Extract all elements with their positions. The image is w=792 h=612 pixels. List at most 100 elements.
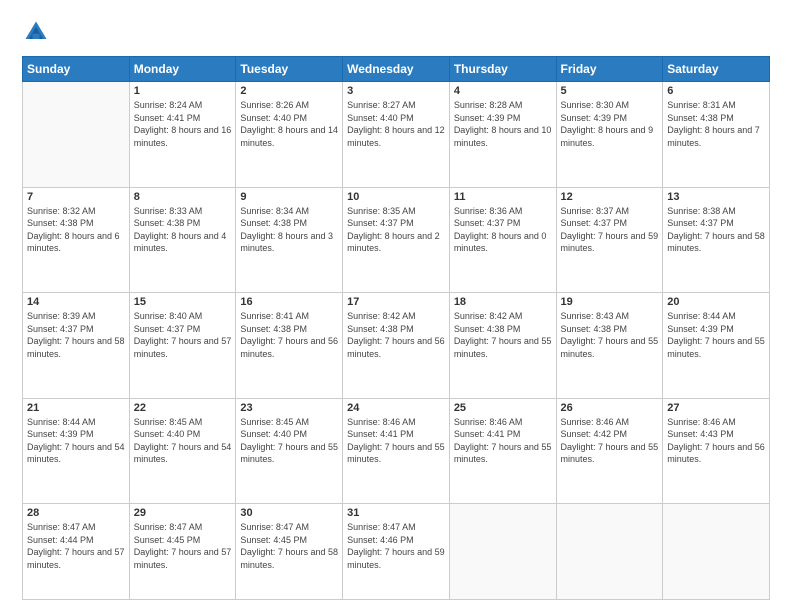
- weekday-header-wednesday: Wednesday: [343, 57, 450, 82]
- logo-icon: [22, 18, 50, 46]
- day-info: Sunrise: 8:44 AMSunset: 4:39 PMDaylight:…: [667, 310, 765, 360]
- day-info: Sunrise: 8:42 AMSunset: 4:38 PMDaylight:…: [347, 310, 445, 360]
- day-number: 15: [134, 296, 232, 308]
- day-info: Sunrise: 8:32 AMSunset: 4:38 PMDaylight:…: [27, 205, 125, 255]
- day-number: 23: [240, 402, 338, 414]
- day-info: Sunrise: 8:37 AMSunset: 4:37 PMDaylight:…: [561, 205, 659, 255]
- calendar-cell: 15 Sunrise: 8:40 AMSunset: 4:37 PMDayligh…: [129, 293, 236, 399]
- weekday-header-thursday: Thursday: [449, 57, 556, 82]
- calendar-cell: 8 Sunrise: 8:33 AMSunset: 4:38 PMDaylight…: [129, 187, 236, 293]
- day-info: Sunrise: 8:42 AMSunset: 4:38 PMDaylight:…: [454, 310, 552, 360]
- calendar-cell: 19Sunrise: 8:43 AMSunset: 4:38 PMDayligh…: [556, 293, 663, 399]
- calendar-cell: 12 Sunrise: 8:37 AMSunset: 4:37 PMDayligh…: [556, 187, 663, 293]
- day-number: 26: [561, 402, 659, 414]
- calendar-cell: 20 Sunrise: 8:44 AMSunset: 4:39 PMDayligh…: [663, 293, 770, 399]
- calendar-cell: 16 Sunrise: 8:41 AMSunset: 4:38 PMDayligh…: [236, 293, 343, 399]
- day-info: Sunrise: 8:44 AMSunset: 4:39 PMDaylight:…: [27, 416, 125, 466]
- weekday-header-saturday: Saturday: [663, 57, 770, 82]
- calendar-table: SundayMondayTuesdayWednesdayThursdayFrid…: [22, 56, 770, 600]
- weekday-header-row: SundayMondayTuesdayWednesdayThursdayFrid…: [23, 57, 770, 82]
- calendar-header: SundayMondayTuesdayWednesdayThursdayFrid…: [23, 57, 770, 82]
- day-number: 25: [454, 402, 552, 414]
- day-info: Sunrise: 8:31 AMSunset: 4:38 PMDaylight:…: [667, 99, 765, 149]
- calendar-cell: 2Sunrise: 8:26 AMSunset: 4:40 PMDaylight…: [236, 82, 343, 188]
- day-number: 20: [667, 296, 765, 308]
- day-number: 6: [667, 85, 765, 97]
- day-info: Sunrise: 8:47 AMSunset: 4:46 PMDaylight:…: [347, 521, 445, 571]
- calendar-cell: 6 Sunrise: 8:31 AMSunset: 4:38 PMDaylight…: [663, 82, 770, 188]
- day-number: 28: [27, 507, 125, 519]
- day-number: 5: [561, 85, 659, 97]
- calendar-cell: 5 Sunrise: 8:30 AMSunset: 4:39 PMDaylight…: [556, 82, 663, 188]
- calendar-cell: 28 Sunrise: 8:47 AMSunset: 4:44 PMDayligh…: [23, 504, 130, 600]
- calendar-week-row: 14 Sunrise: 8:39 AMSunset: 4:37 PMDayligh…: [23, 293, 770, 399]
- day-number: 14: [27, 296, 125, 308]
- day-number: 8: [134, 191, 232, 203]
- day-number: 17: [347, 296, 445, 308]
- day-info: Sunrise: 8:33 AMSunset: 4:38 PMDaylight:…: [134, 205, 232, 255]
- calendar-cell: [449, 504, 556, 600]
- day-info: Sunrise: 8:39 AMSunset: 4:37 PMDaylight:…: [27, 310, 125, 360]
- day-info: Sunrise: 8:47 AMSunset: 4:44 PMDaylight:…: [27, 521, 125, 571]
- day-info: Sunrise: 8:46 AMSunset: 4:43 PMDaylight:…: [667, 416, 765, 466]
- day-info: Sunrise: 8:40 AMSunset: 4:37 PMDaylight:…: [134, 310, 232, 360]
- day-number: 10: [347, 191, 445, 203]
- day-number: 30: [240, 507, 338, 519]
- day-number: 31: [347, 507, 445, 519]
- day-number: 3: [347, 85, 445, 97]
- day-info: Sunrise: 8:30 AMSunset: 4:39 PMDaylight:…: [561, 99, 659, 149]
- calendar-cell: 29 Sunrise: 8:47 AMSunset: 4:45 PMDayligh…: [129, 504, 236, 600]
- calendar-cell: 25 Sunrise: 8:46 AMSunset: 4:41 PMDayligh…: [449, 398, 556, 504]
- day-info: Sunrise: 8:24 AMSunset: 4:41 PMDaylight:…: [134, 99, 232, 149]
- calendar-cell: 10 Sunrise: 8:35 AMSunset: 4:37 PMDayligh…: [343, 187, 450, 293]
- day-info: Sunrise: 8:46 AMSunset: 4:42 PMDaylight:…: [561, 416, 659, 466]
- day-info: Sunrise: 8:28 AMSunset: 4:39 PMDaylight:…: [454, 99, 552, 149]
- calendar-cell: 24 Sunrise: 8:46 AMSunset: 4:41 PMDayligh…: [343, 398, 450, 504]
- calendar-cell: 27 Sunrise: 8:46 AMSunset: 4:43 PMDayligh…: [663, 398, 770, 504]
- day-info: Sunrise: 8:38 AMSunset: 4:37 PMDaylight:…: [667, 205, 765, 255]
- weekday-header-monday: Monday: [129, 57, 236, 82]
- day-number: 29: [134, 507, 232, 519]
- day-number: 27: [667, 402, 765, 414]
- day-info: Sunrise: 8:41 AMSunset: 4:38 PMDaylight:…: [240, 310, 338, 360]
- day-number: 7: [27, 191, 125, 203]
- calendar-week-row: 7 Sunrise: 8:32 AMSunset: 4:38 PMDaylight…: [23, 187, 770, 293]
- calendar-cell: 13 Sunrise: 8:38 AMSunset: 4:37 PMDayligh…: [663, 187, 770, 293]
- calendar-cell: 18 Sunrise: 8:42 AMSunset: 4:38 PMDayligh…: [449, 293, 556, 399]
- calendar-week-row: 28 Sunrise: 8:47 AMSunset: 4:44 PMDayligh…: [23, 504, 770, 600]
- day-info: Sunrise: 8:35 AMSunset: 4:37 PMDaylight:…: [347, 205, 445, 255]
- calendar-cell: 23 Sunrise: 8:45 AMSunset: 4:40 PMDayligh…: [236, 398, 343, 504]
- day-info: Sunrise: 8:46 AMSunset: 4:41 PMDaylight:…: [347, 416, 445, 466]
- day-number: 9: [240, 191, 338, 203]
- day-info: Sunrise: 8:36 AMSunset: 4:37 PMDaylight:…: [454, 205, 552, 255]
- logo: [22, 18, 54, 46]
- day-number: 19: [561, 296, 659, 308]
- day-number: 13: [667, 191, 765, 203]
- page: SundayMondayTuesdayWednesdayThursdayFrid…: [0, 0, 792, 612]
- day-info: Sunrise: 8:46 AMSunset: 4:41 PMDaylight:…: [454, 416, 552, 466]
- day-number: 2: [240, 85, 338, 97]
- calendar-cell: 31 Sunrise: 8:47 AMSunset: 4:46 PMDayligh…: [343, 504, 450, 600]
- day-number: 24: [347, 402, 445, 414]
- calendar-cell: 1Sunrise: 8:24 AMSunset: 4:41 PMDaylight…: [129, 82, 236, 188]
- calendar-cell: 22Sunrise: 8:45 AMSunset: 4:40 PMDayligh…: [129, 398, 236, 504]
- header: [22, 18, 770, 46]
- day-info: Sunrise: 8:47 AMSunset: 4:45 PMDaylight:…: [134, 521, 232, 571]
- day-info: Sunrise: 8:47 AMSunset: 4:45 PMDaylight:…: [240, 521, 338, 571]
- calendar-cell: 7 Sunrise: 8:32 AMSunset: 4:38 PMDaylight…: [23, 187, 130, 293]
- day-number: 22: [134, 402, 232, 414]
- calendar-cell: 17 Sunrise: 8:42 AMSunset: 4:38 PMDayligh…: [343, 293, 450, 399]
- day-number: 12: [561, 191, 659, 203]
- day-number: 11: [454, 191, 552, 203]
- calendar-cell: 3 Sunrise: 8:27 AMSunset: 4:40 PMDaylight…: [343, 82, 450, 188]
- calendar-cell: 4Sunrise: 8:28 AMSunset: 4:39 PMDaylight…: [449, 82, 556, 188]
- day-number: 21: [27, 402, 125, 414]
- calendar-body: 1Sunrise: 8:24 AMSunset: 4:41 PMDaylight…: [23, 82, 770, 600]
- weekday-header-friday: Friday: [556, 57, 663, 82]
- day-info: Sunrise: 8:45 AMSunset: 4:40 PMDaylight:…: [240, 416, 338, 466]
- calendar-week-row: 21 Sunrise: 8:44 AMSunset: 4:39 PMDayligh…: [23, 398, 770, 504]
- day-number: 16: [240, 296, 338, 308]
- day-info: Sunrise: 8:27 AMSunset: 4:40 PMDaylight:…: [347, 99, 445, 149]
- calendar-cell: [663, 504, 770, 600]
- day-number: 18: [454, 296, 552, 308]
